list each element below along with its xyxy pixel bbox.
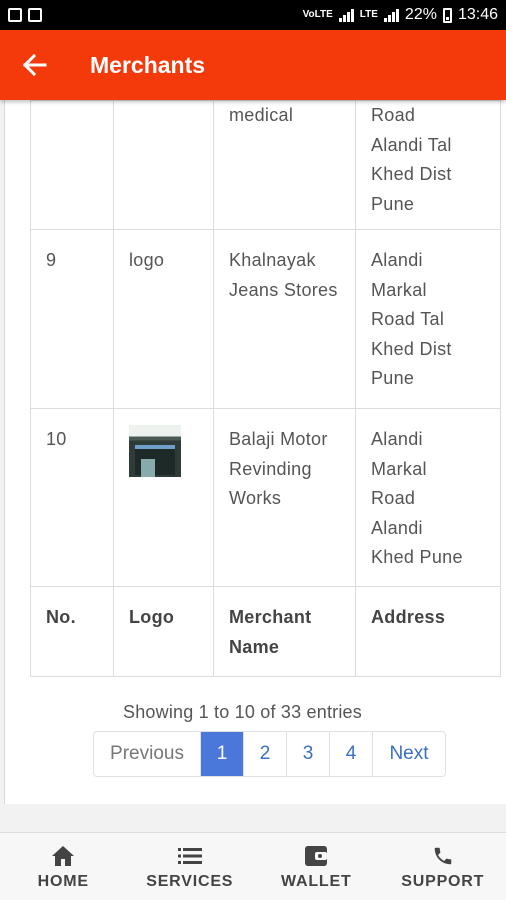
- lte-label: LTE: [359, 9, 378, 20]
- status-notifications: [8, 8, 42, 22]
- merchant-address: Road Alandi Tal Khed Dist Pune: [371, 105, 452, 214]
- phone-icon: [430, 843, 456, 869]
- page-button-4[interactable]: 4: [329, 732, 372, 776]
- header-merchant-name: Merchant Name: [213, 586, 356, 677]
- cell-no: 9: [30, 229, 114, 409]
- merchant-name: medical: [229, 105, 294, 125]
- nav-label: HOME: [37, 872, 89, 890]
- table-row: 10 Balaji Motor Revinding Works Alandi M…: [30, 408, 501, 587]
- broken-logo-image: logo: [129, 250, 165, 270]
- main-content[interactable]: medical Road Alandi Tal Khed Dist Pune 9…: [0, 100, 506, 832]
- cell-logo: [113, 408, 214, 587]
- merchant-logo-image: [129, 425, 181, 477]
- cell-address: Road Alandi Tal Khed Dist Pune: [355, 100, 501, 230]
- bottom-navigation: HOME SERVICES WALLET SUPPORT: [0, 832, 506, 900]
- nav-wallet[interactable]: WALLET: [253, 833, 380, 900]
- table-row: medical Road Alandi Tal Khed Dist Pune: [30, 100, 501, 230]
- nav-services[interactable]: SERVICES: [127, 833, 254, 900]
- status-bar: VoLTE LTE 22% 13:46: [0, 0, 506, 30]
- table-row: 9 logo Khalnayak Jeans Stores Alandi Mar…: [30, 229, 501, 409]
- cell-logo: logo: [113, 229, 214, 409]
- header-address: Address: [355, 586, 501, 677]
- nav-home[interactable]: HOME: [0, 833, 127, 900]
- cell-merchant-name: Balaji Motor Revinding Works: [213, 408, 356, 587]
- page-title: Merchants: [90, 51, 206, 78]
- app-bar: Merchants: [0, 30, 506, 100]
- battery-percent: 22%: [404, 6, 437, 23]
- list-icon: [177, 843, 203, 869]
- home-icon: [50, 843, 76, 869]
- cell-no: [30, 100, 114, 230]
- entries-info: Showing 1 to 10 of 33 entries: [123, 702, 362, 722]
- page-button-1[interactable]: 1: [200, 732, 243, 776]
- page-button-3[interactable]: 3: [286, 732, 329, 776]
- pagination: Previous 1 2 3 4 Next: [93, 731, 446, 777]
- cell-address: Alandi Markal Road Tal Khed Dist Pune: [355, 229, 501, 409]
- page-button-2[interactable]: 2: [243, 732, 286, 776]
- nav-support[interactable]: SUPPORT: [380, 833, 506, 900]
- volte-label: VoLTE: [302, 9, 333, 20]
- status-indicators: VoLTE LTE 22% 13:46: [303, 6, 498, 24]
- merchants-card: medical Road Alandi Tal Khed Dist Pune 9…: [4, 100, 506, 804]
- back-button[interactable]: [0, 30, 70, 100]
- next-page-button[interactable]: Next: [372, 732, 445, 776]
- wallet-icon: [303, 843, 329, 869]
- previous-page-button[interactable]: Previous: [94, 732, 200, 776]
- header-logo: Logo: [113, 586, 214, 677]
- cell-address: Alandi Markal Road Alandi Khed Pune: [355, 408, 501, 587]
- cell-merchant-name: Khalnayak Jeans Stores: [213, 229, 356, 409]
- mail-icon: [28, 8, 42, 22]
- merchants-table: medical Road Alandi Tal Khed Dist Pune 9…: [30, 100, 501, 677]
- cell-no: 10: [30, 408, 114, 587]
- table-footer-row: No. Logo Merchant Name Address: [30, 586, 501, 677]
- nav-label: WALLET: [280, 872, 352, 890]
- nav-label: SERVICES: [146, 872, 234, 890]
- signal-icon-2: [383, 8, 399, 22]
- cell-logo: [113, 100, 214, 230]
- signal-icon: [338, 8, 354, 22]
- back-arrow-icon: [23, 54, 47, 76]
- clock: 13:46: [457, 6, 498, 23]
- cell-merchant-name: medical: [213, 100, 356, 230]
- nav-label: SUPPORT: [401, 872, 485, 890]
- notification-icon: [8, 8, 22, 22]
- battery-icon: [442, 7, 452, 23]
- header-no: No.: [30, 586, 114, 677]
